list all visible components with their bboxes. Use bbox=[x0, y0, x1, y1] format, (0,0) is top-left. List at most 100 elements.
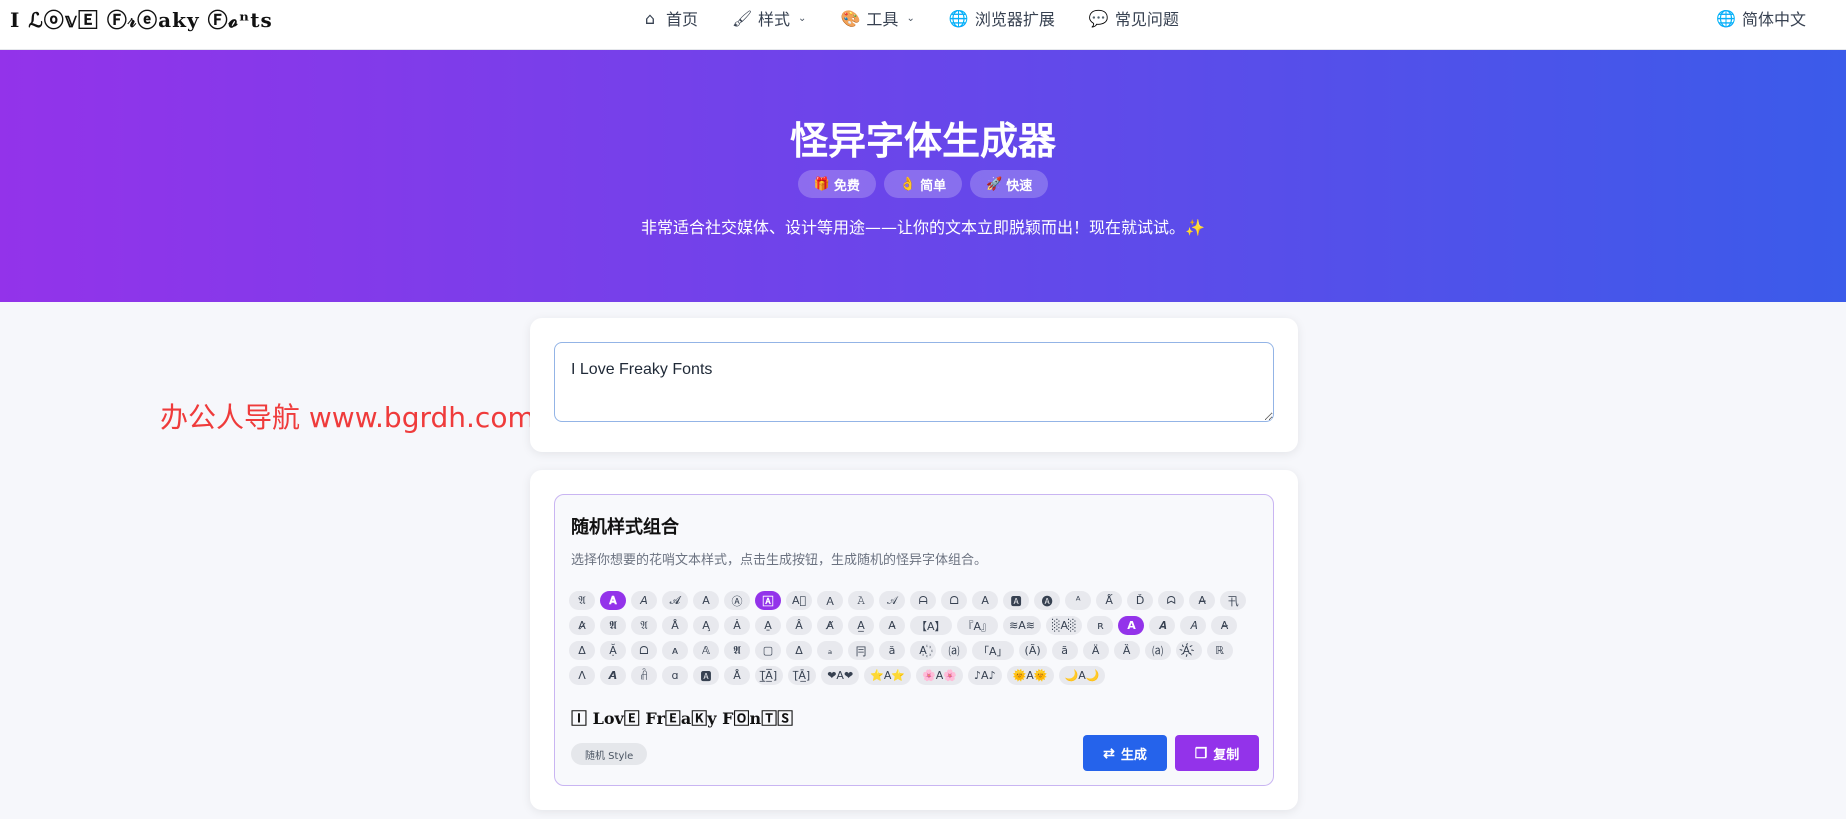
style-chip[interactable]: 𝒜 bbox=[879, 591, 906, 610]
style-chip[interactable]: ʀ bbox=[1087, 616, 1114, 635]
chevron-down-icon: ⌄ bbox=[798, 12, 807, 24]
style-chip[interactable]: ⒜ bbox=[941, 641, 967, 660]
style-chip[interactable]: Ď bbox=[1127, 591, 1154, 610]
style-chip[interactable]: Λ bbox=[569, 666, 595, 685]
style-chip[interactable]: 【A】 bbox=[910, 616, 952, 635]
style-chip[interactable]: 冃 bbox=[848, 641, 874, 660]
style-chip[interactable]: 𝐀 bbox=[600, 591, 626, 610]
nav-item-2[interactable]: 🎨 工具 ⌄ bbox=[840, 6, 914, 30]
nav-item-4[interactable]: 💬 常见问题 bbox=[1089, 6, 1179, 30]
site-logo[interactable]: I ℒⓞ𝕧🄴 Ⓕ𝓇ⓔ𝐚𝐤𝐲 Ⓕ𝓸ⁿ𝐭𝐬 bbox=[10, 4, 273, 33]
style-chip[interactable]: A꙰ bbox=[910, 641, 936, 660]
style-chip[interactable]: ≋A≋ bbox=[1003, 616, 1042, 635]
style-chip[interactable]: 𝔄 bbox=[631, 616, 657, 635]
gift-icon: 🎁 bbox=[813, 176, 830, 192]
style-chip[interactable]: A̸ bbox=[817, 616, 843, 635]
style-chip[interactable]: ℝ bbox=[1206, 641, 1233, 660]
style-chip[interactable]: 🅰 bbox=[693, 666, 719, 685]
style-chip[interactable]: (Ã) bbox=[1018, 641, 1047, 660]
chat-icon: 💬 bbox=[1088, 8, 1109, 28]
style-chip[interactable]: 🅐 bbox=[1034, 591, 1061, 610]
style-chip[interactable]: 卂 bbox=[1220, 591, 1247, 610]
style-chip[interactable]: A̴ bbox=[1211, 616, 1238, 635]
style-chip[interactable]: ᴀ bbox=[662, 641, 688, 660]
style-chip[interactable]: ᗩ bbox=[910, 591, 937, 610]
style-chip[interactable]: Α bbox=[972, 591, 999, 610]
palette-icon: 🎨 bbox=[840, 8, 861, 28]
style-chip[interactable]: ᗝ bbox=[941, 591, 968, 610]
style-chip[interactable]: Δ bbox=[786, 641, 812, 660]
style-chip[interactable]: 𝘼 bbox=[600, 666, 626, 685]
style-chip[interactable]: ᗣ bbox=[1158, 591, 1185, 610]
style-chip[interactable]: [̅Ā̲] bbox=[788, 666, 817, 685]
style-chip[interactable]: ã bbox=[1051, 641, 1078, 660]
style-chip[interactable]: A̷ bbox=[569, 616, 595, 635]
hero-subtitle: 非常适合社交媒体、设计等用途——让你的文本立即脱颖而出！现在就试试。✨ bbox=[641, 218, 1205, 237]
language-selector[interactable]: 🌐 简体中文 bbox=[1716, 0, 1806, 36]
style-chip[interactable]: Ȁ bbox=[1113, 641, 1140, 660]
style-chip[interactable]: Ặ bbox=[600, 641, 626, 660]
style-chip[interactable]: ɑ bbox=[662, 666, 688, 685]
style-chip[interactable]: 🌞A🌞 bbox=[1006, 666, 1054, 685]
style-chip[interactable]: ▢ bbox=[755, 641, 781, 660]
style-chip[interactable]: Å bbox=[662, 616, 688, 635]
style-chip[interactable]: 𝕬 bbox=[600, 616, 626, 635]
nav-item-3[interactable]: 🌐 浏览器扩展 bbox=[949, 6, 1055, 30]
style-chip[interactable]: Ａ bbox=[817, 591, 844, 610]
top-navbar: I ℒⓞ𝕧🄴 Ⓕ𝓇ⓔ𝐚𝐤𝐲 Ⓕ𝓸ⁿ𝐭𝐬 ⌂ 首页 🖌 样式 ⌄ 🎨 工具 ⌄ 🌐 浏览器扩展 💬 常见… bbox=[0, 0, 1846, 50]
style-chip[interactable]: A̵ bbox=[879, 616, 905, 635]
style-chip[interactable]: A̧ bbox=[693, 616, 719, 635]
text-input-card: I Love Freaky Fonts bbox=[530, 318, 1298, 452]
style-chip[interactable]: A⃞ bbox=[786, 591, 813, 610]
style-chip[interactable]: ⒜ bbox=[1144, 641, 1171, 660]
style-chip[interactable]: ❤A❤ bbox=[821, 666, 860, 685]
style-chip[interactable]: ⭐A⭐ bbox=[864, 666, 912, 685]
style-chip[interactable]: ᗝ bbox=[631, 641, 657, 660]
feature-badge: 🎁 免费 bbox=[797, 170, 876, 198]
style-chip[interactable]: 𝙰 bbox=[848, 591, 875, 610]
style-chip[interactable]: Δ bbox=[569, 641, 595, 660]
style-chip[interactable]: 𝖠 bbox=[693, 591, 719, 610]
style-chip[interactable]: ă bbox=[879, 641, 905, 660]
generate-button[interactable]: ⇄ 生成 bbox=[1083, 735, 1167, 771]
style-chip[interactable]: 𝔄 bbox=[569, 591, 595, 610]
style-chip[interactable]: ₐ bbox=[817, 641, 843, 660]
style-chip[interactable]: Â bbox=[786, 616, 812, 635]
style-chip[interactable]: [̲̅A̲̅] bbox=[755, 666, 784, 685]
nav-item-label: 浏览器扩展 bbox=[974, 10, 1055, 29]
style-chip[interactable]: A҉ bbox=[1175, 641, 1202, 660]
style-chip[interactable]: Å bbox=[724, 666, 750, 685]
style-chip[interactable]: 🄰 bbox=[755, 591, 781, 610]
copy-icon: ❐ bbox=[1194, 744, 1208, 761]
style-chip[interactable]: A bbox=[1118, 616, 1145, 635]
style-chip[interactable]: Ǻ bbox=[1096, 591, 1123, 610]
style-chip[interactable]: ᴬ bbox=[1065, 591, 1092, 610]
style-chip[interactable]: A̲ bbox=[848, 616, 874, 635]
copy-button[interactable]: ❐ 复制 bbox=[1175, 735, 1259, 771]
style-chip[interactable]: 𝑨 bbox=[1149, 616, 1176, 635]
style-chip[interactable]: A̱ bbox=[755, 616, 781, 635]
style-chip[interactable]: 𝓐 bbox=[662, 591, 688, 610]
style-chip[interactable]: A̶ bbox=[1189, 591, 1216, 610]
style-chip[interactable]: 🅰 bbox=[1003, 591, 1030, 610]
style-chip[interactable]: Ȧ bbox=[724, 616, 750, 635]
style-chip[interactable]: Ⓐ bbox=[724, 591, 750, 610]
style-chip[interactable]: 𝘈 bbox=[631, 591, 657, 610]
style-chip[interactable]: ░A░ bbox=[1046, 616, 1083, 635]
nav-item-0[interactable]: ⌂ 首页 bbox=[640, 6, 698, 30]
style-chip[interactable]: 「A」 bbox=[972, 641, 1014, 660]
style-chip[interactable]: 🌙A🌙 bbox=[1058, 666, 1106, 685]
style-chip[interactable]: ꋫ bbox=[631, 666, 657, 685]
chevron-down-icon: ⌄ bbox=[906, 12, 915, 24]
generate-label: 生成 bbox=[1120, 746, 1147, 762]
style-chip[interactable]: 🌸A🌸 bbox=[916, 666, 964, 685]
style-chip[interactable]: 𝔸 bbox=[693, 641, 719, 660]
style-chip[interactable]: 『A』 bbox=[956, 616, 999, 635]
styled-text-preview[interactable]: 🄸 Lov🄴 Fr🄴a🄺y F🄾n🅃🅂 bbox=[571, 705, 793, 729]
style-chip[interactable]: 𝐴 bbox=[1180, 616, 1207, 635]
nav-item-1[interactable]: 🖌 样式 ⌄ bbox=[732, 6, 806, 30]
style-chip[interactable]: ♪A♪ bbox=[968, 666, 1002, 685]
style-chip[interactable]: Ä bbox=[1082, 641, 1109, 660]
style-chip[interactable]: 𝕬 bbox=[724, 641, 750, 660]
text-input[interactable]: I Love Freaky Fonts bbox=[554, 342, 1274, 422]
